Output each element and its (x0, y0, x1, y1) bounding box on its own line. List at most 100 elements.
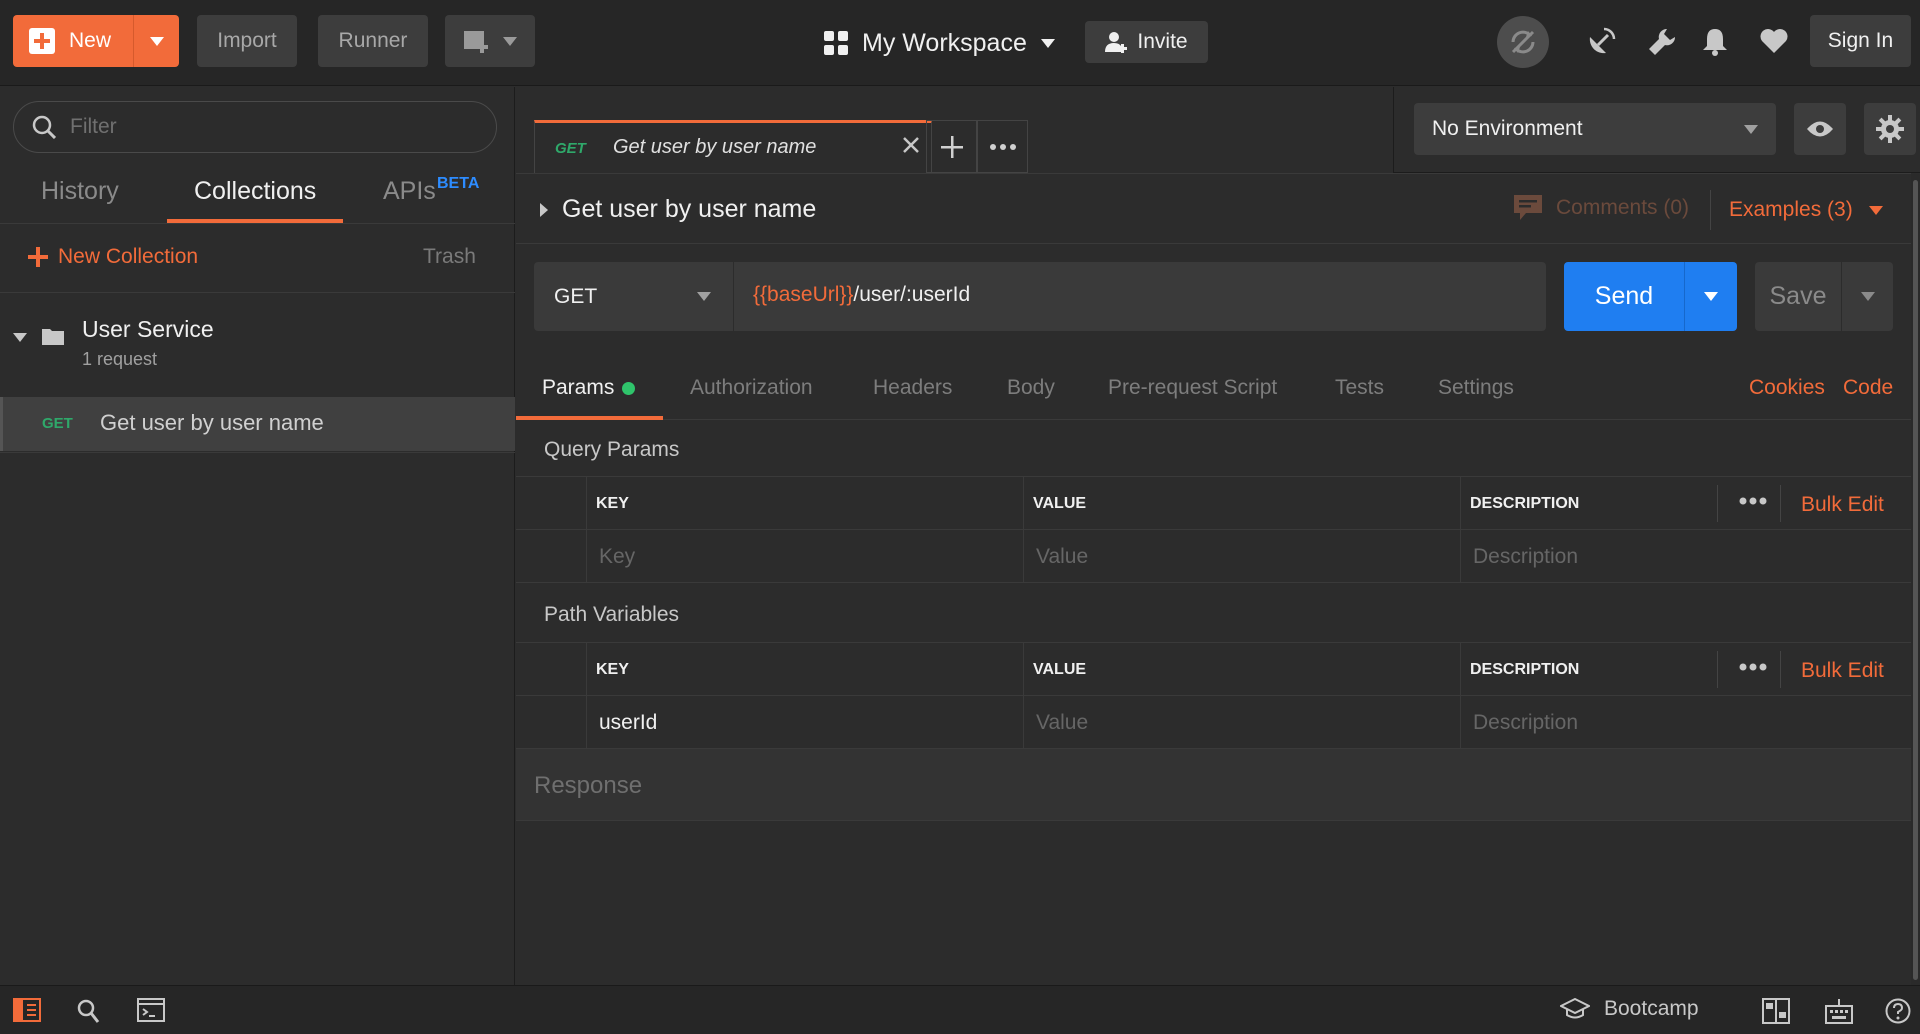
workspace-selector[interactable]: My Workspace (824, 22, 1055, 64)
tab-params[interactable]: Params (542, 376, 636, 400)
satellite-icon[interactable] (1586, 27, 1616, 57)
keyboard-icon[interactable] (1825, 998, 1853, 1024)
value-column-header: VALUE (1023, 477, 1460, 530)
path-variables-table: KEY VALUE DESCRIPTION Bulk Edit userId V… (516, 642, 1911, 749)
tab-authorization[interactable]: Authorization (690, 376, 813, 400)
tab-settings[interactable]: Settings (1438, 376, 1514, 400)
caret-down-icon (1040, 38, 1055, 48)
description-column-header: DESCRIPTION Bulk Edit (1460, 643, 1911, 696)
find-icon[interactable] (76, 998, 100, 1024)
key-cell[interactable]: userId (586, 696, 1023, 749)
manage-environments-button[interactable] (1864, 103, 1916, 155)
comments-button[interactable]: Comments (0) (1514, 195, 1689, 221)
scrollbar-thumb[interactable] (1913, 180, 1918, 980)
url-input[interactable]: {{baseUrl}}/user/:userId (753, 283, 970, 307)
more-icon[interactable] (1739, 663, 1767, 671)
runner-button[interactable]: Runner (318, 15, 428, 67)
request-title[interactable]: Get user by user name (540, 195, 816, 224)
description-header: DESCRIPTION (1470, 495, 1580, 512)
graduation-cap-icon (1560, 998, 1590, 1019)
key-cell[interactable]: Key (586, 530, 1023, 583)
caret-down-icon (1860, 292, 1875, 301)
wrench-icon[interactable] (1647, 27, 1677, 57)
filter-input[interactable] (70, 115, 470, 139)
url-path: /user/:userId (853, 283, 971, 306)
sidebar-toggle-icon[interactable] (13, 998, 41, 1022)
sync-off-icon (1511, 30, 1535, 54)
query-params-heading: Query Params (544, 438, 680, 461)
new-collection-button[interactable]: New Collection (28, 245, 198, 269)
close-icon[interactable] (901, 135, 921, 155)
bootcamp-button[interactable]: Bootcamp (1560, 997, 1699, 1021)
bulk-edit-link[interactable]: Bulk Edit (1801, 659, 1884, 683)
tab-body[interactable]: Body (1007, 376, 1055, 400)
help-icon[interactable] (1885, 998, 1911, 1024)
chevron-right-icon[interactable] (540, 202, 548, 217)
bootcamp-label: Bootcamp (1604, 997, 1699, 1020)
main-scrollbar[interactable] (1911, 174, 1920, 985)
more-icon[interactable] (1739, 497, 1767, 505)
tab-history[interactable]: History (41, 177, 119, 206)
environment-quick-look-button[interactable] (1794, 103, 1846, 155)
trash-link[interactable]: Trash (423, 245, 476, 269)
beta-badge: BETA (437, 175, 480, 192)
response-panel-header[interactable]: Response (516, 749, 1911, 821)
chevron-down-icon[interactable] (13, 333, 27, 342)
two-pane-icon[interactable] (1762, 998, 1790, 1024)
bulk-edit-link[interactable]: Bulk Edit (1801, 493, 1884, 517)
save-button[interactable]: Save (1755, 262, 1893, 331)
value-cell[interactable]: Value (1023, 530, 1460, 583)
description-cell[interactable]: Description (1460, 530, 1911, 583)
sign-in-button[interactable]: Sign In (1810, 15, 1911, 67)
tab-options-button[interactable] (977, 120, 1028, 173)
eye-icon (1807, 121, 1833, 137)
code-link[interactable]: Code (1843, 376, 1893, 400)
filter-box[interactable] (13, 101, 497, 153)
folder-icon (42, 329, 64, 345)
gear-icon (1876, 115, 1904, 143)
key-placeholder: Key (599, 545, 636, 568)
request-tab-bar: GET Get user by user name (516, 87, 1394, 173)
collection-row[interactable]: User Service 1 request (0, 293, 515, 381)
send-button[interactable]: Send (1564, 262, 1737, 331)
request-title-text: Get user by user name (562, 195, 817, 223)
save-label[interactable]: Save (1755, 262, 1841, 331)
tab-pre-request-script[interactable]: Pre-request Script (1108, 376, 1277, 400)
console-icon[interactable] (137, 998, 165, 1022)
new-button-main[interactable]: New (13, 15, 133, 67)
sync-status-button[interactable] (1497, 16, 1549, 68)
heart-icon[interactable] (1759, 27, 1789, 55)
query-params-table: KEY VALUE DESCRIPTION Bulk Edit Key Valu… (516, 476, 1911, 583)
new-button[interactable]: New (13, 15, 179, 67)
tab-tests[interactable]: Tests (1335, 376, 1384, 400)
value-cell[interactable]: Value (1023, 696, 1460, 749)
cookies-link[interactable]: Cookies (1749, 376, 1825, 400)
description-placeholder: Description (1473, 545, 1579, 568)
sidebar-request-item[interactable]: GET Get user by user name (0, 397, 515, 451)
value-column-header: VALUE (1023, 643, 1460, 696)
invite-button[interactable]: Invite (1085, 21, 1208, 63)
key-column-header: KEY (586, 643, 1023, 696)
request-tab[interactable]: GET Get user by user name (534, 120, 932, 173)
examples-dropdown[interactable]: Examples (3) (1729, 198, 1883, 222)
method-select[interactable]: GET (534, 262, 734, 331)
description-cell[interactable]: Description (1460, 696, 1911, 749)
new-tab-button[interactable] (926, 120, 977, 173)
new-window-button[interactable] (445, 15, 535, 67)
send-label[interactable]: Send (1564, 262, 1684, 331)
new-dropdown-button[interactable] (133, 15, 179, 67)
add-user-icon (1105, 32, 1128, 53)
caret-down-icon (149, 36, 164, 46)
key-header: KEY (596, 661, 629, 678)
environment-select[interactable]: No Environment (1414, 103, 1776, 155)
comment-icon (1514, 195, 1542, 220)
send-dropdown-button[interactable] (1684, 262, 1737, 331)
tab-apis[interactable]: APIs (383, 177, 436, 206)
tab-headers[interactable]: Headers (873, 376, 952, 400)
bell-icon[interactable] (1702, 27, 1728, 57)
plus-icon (940, 135, 963, 158)
save-dropdown-button[interactable] (1841, 262, 1893, 331)
import-button[interactable]: Import (197, 15, 297, 67)
tab-collections[interactable]: Collections (194, 177, 316, 206)
method-label: GET (554, 284, 598, 308)
